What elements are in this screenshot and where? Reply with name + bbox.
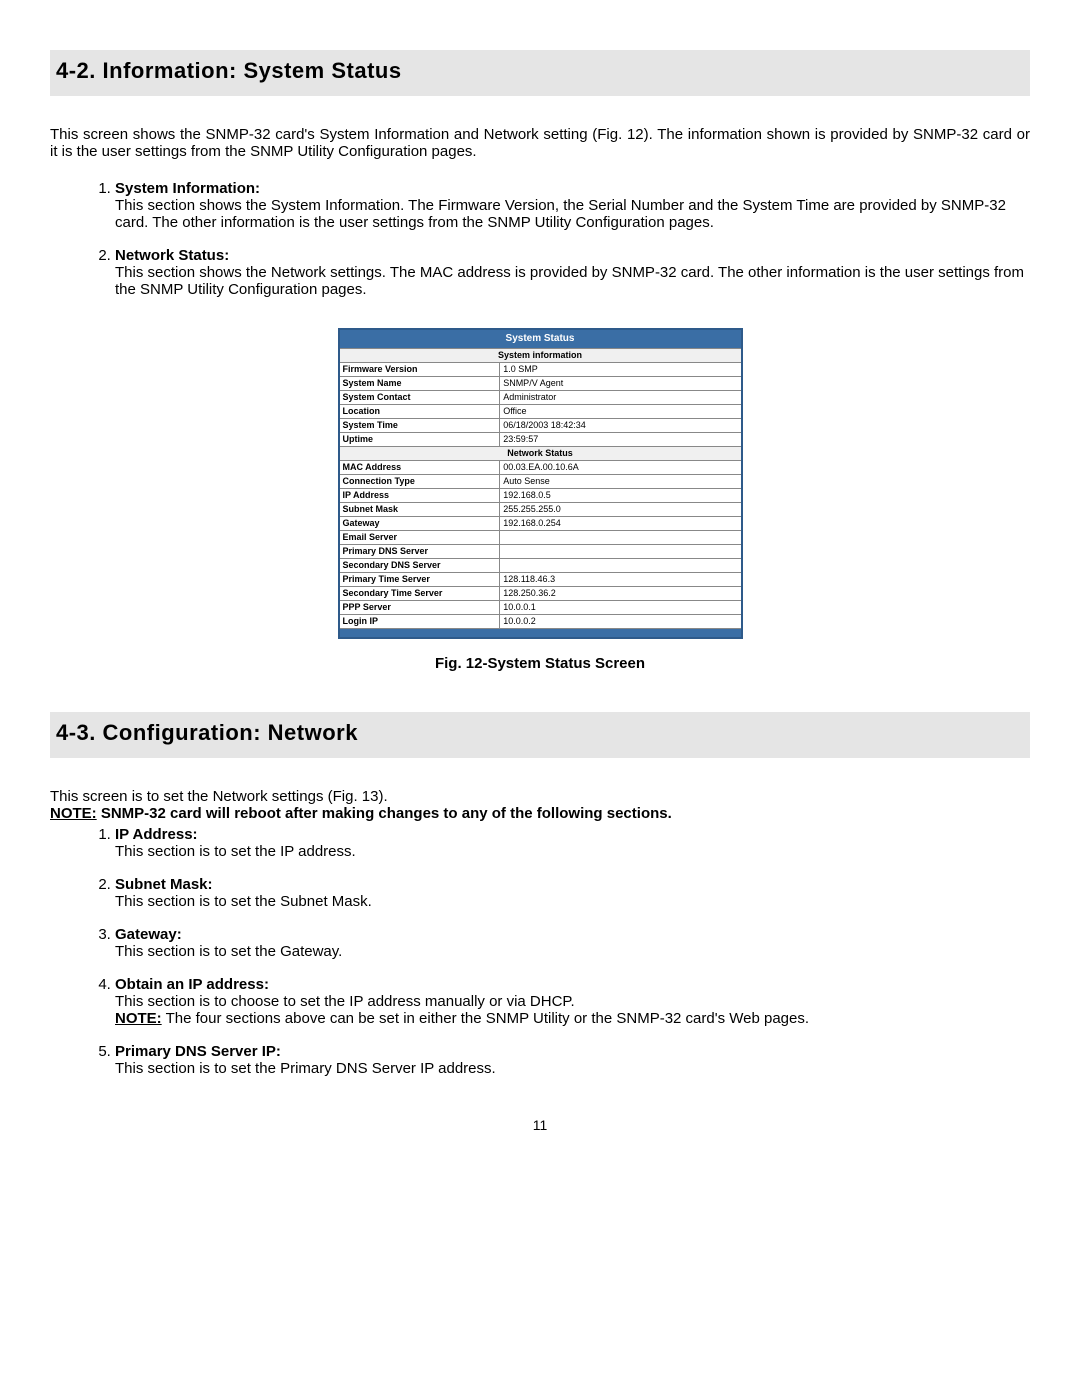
table-row: Uptime23:59:57 <box>339 433 742 447</box>
row-label: Email Server <box>339 531 500 545</box>
table-row: Login IP10.0.0.2 <box>339 615 742 629</box>
item-title: IP Address: <box>115 826 198 843</box>
table-row: Firmware Version1.0 SMP <box>339 363 742 377</box>
row-value: Administrator <box>500 391 742 405</box>
row-value <box>500 545 742 559</box>
row-value <box>500 531 742 545</box>
section-43-list: IP Address: This section is to set the I… <box>50 826 1030 1077</box>
table-row: Subnet Mask255.255.255.0 <box>339 503 742 517</box>
table-sub-header-netstatus: Network Status <box>339 447 742 461</box>
row-value: Auto Sense <box>500 475 742 489</box>
item-body: This section shows the Network settings.… <box>115 264 1030 298</box>
item-title: Primary DNS Server IP: <box>115 1043 281 1060</box>
row-label: Connection Type <box>339 475 500 489</box>
row-label: System Time <box>339 419 500 433</box>
row-label: IP Address <box>339 489 500 503</box>
table-row: PPP Server10.0.0.1 <box>339 601 742 615</box>
table-row: Primary Time Server128.118.46.3 <box>339 573 742 587</box>
section-42-header: 4-2. Information: System Status <box>50 50 1030 96</box>
row-label: PPP Server <box>339 601 500 615</box>
table-row: MAC Address00.03.EA.00.10.6A <box>339 461 742 475</box>
list-item: System Information: This section shows t… <box>115 180 1030 231</box>
list-item: Gateway: This section is to set the Gate… <box>115 926 1030 960</box>
intro-text: This screen is to set the Network settin… <box>50 788 388 805</box>
item-title: Subnet Mask: <box>115 876 213 893</box>
item-body: This section is to set the Subnet Mask. <box>115 893 1030 910</box>
row-value: SNMP/V Agent <box>500 377 742 391</box>
row-value: 00.03.EA.00.10.6A <box>500 461 742 475</box>
table-row: System Time06/18/2003 18:42:34 <box>339 419 742 433</box>
note-label: NOTE: <box>115 1010 162 1027</box>
list-item: Primary DNS Server IP: This section is t… <box>115 1043 1030 1077</box>
row-label: Subnet Mask <box>339 503 500 517</box>
row-value: 23:59:57 <box>500 433 742 447</box>
item-body: This section is to choose to set the IP … <box>115 993 1030 1010</box>
row-value: 192.168.0.5 <box>500 489 742 503</box>
note-label: NOTE: <box>50 805 97 822</box>
note-body: SNMP-32 card will reboot after making ch… <box>101 805 672 822</box>
section-42-list: System Information: This section shows t… <box>50 180 1030 298</box>
row-label: Primary Time Server <box>339 573 500 587</box>
system-status-table: System Status System information Firmwar… <box>338 328 743 639</box>
list-item: IP Address: This section is to set the I… <box>115 826 1030 860</box>
table-row: Email Server <box>339 531 742 545</box>
item-title: Network Status: <box>115 247 229 264</box>
table-row: Primary DNS Server <box>339 545 742 559</box>
table-row: IP Address192.168.0.5 <box>339 489 742 503</box>
list-item: Obtain an IP address: This section is to… <box>115 976 1030 1027</box>
row-label: Secondary Time Server <box>339 587 500 601</box>
item-body: This section is to set the IP address. <box>115 843 1030 860</box>
section-43-intro: This screen is to set the Network settin… <box>50 788 1030 822</box>
row-label: Firmware Version <box>339 363 500 377</box>
row-value: 128.250.36.2 <box>500 587 742 601</box>
row-label: Secondary DNS Server <box>339 559 500 573</box>
row-label: Location <box>339 405 500 419</box>
table-row: Secondary Time Server128.250.36.2 <box>339 587 742 601</box>
table-bottom-bar <box>339 629 742 639</box>
row-value: 1.0 SMP <box>500 363 742 377</box>
table-row: Secondary DNS Server <box>339 559 742 573</box>
row-value: 192.168.0.254 <box>500 517 742 531</box>
table-row: System ContactAdministrator <box>339 391 742 405</box>
table-row: LocationOffice <box>339 405 742 419</box>
item-note: NOTE: The four sections above can be set… <box>115 1010 1030 1027</box>
row-value: 10.0.0.2 <box>500 615 742 629</box>
table-row: Gateway192.168.0.254 <box>339 517 742 531</box>
table-row: Connection TypeAuto Sense <box>339 475 742 489</box>
row-label: System Contact <box>339 391 500 405</box>
list-item: Network Status: This section shows the N… <box>115 247 1030 298</box>
row-label: System Name <box>339 377 500 391</box>
table-row: System NameSNMP/V Agent <box>339 377 742 391</box>
row-value: 128.118.46.3 <box>500 573 742 587</box>
row-value <box>500 559 742 573</box>
item-title: System Information: <box>115 180 260 197</box>
item-body: This section is to set the Gateway. <box>115 943 1030 960</box>
row-label: Gateway <box>339 517 500 531</box>
item-title: Obtain an IP address: <box>115 976 269 993</box>
figure-12: System Status System information Firmwar… <box>50 328 1030 672</box>
figure-12-caption: Fig. 12-System Status Screen <box>50 655 1030 672</box>
item-body: This section shows the System Informatio… <box>115 197 1030 231</box>
row-label: Login IP <box>339 615 500 629</box>
row-label: Primary DNS Server <box>339 545 500 559</box>
table-main-header: System Status <box>339 329 742 349</box>
note-body: The four sections above can be set in ei… <box>166 1010 809 1027</box>
row-value: 06/18/2003 18:42:34 <box>500 419 742 433</box>
page-number: 11 <box>50 1117 1030 1133</box>
item-title: Gateway: <box>115 926 182 943</box>
item-body: This section is to set the Primary DNS S… <box>115 1060 1030 1077</box>
row-label: Uptime <box>339 433 500 447</box>
row-value: Office <box>500 405 742 419</box>
section-43-header: 4-3. Configuration: Network <box>50 712 1030 758</box>
row-label: MAC Address <box>339 461 500 475</box>
section-42-intro: This screen shows the SNMP-32 card's Sys… <box>50 126 1030 160</box>
list-item: Subnet Mask: This section is to set the … <box>115 876 1030 910</box>
row-value: 255.255.255.0 <box>500 503 742 517</box>
table-sub-header-sysinfo: System information <box>339 349 742 363</box>
row-value: 10.0.0.1 <box>500 601 742 615</box>
